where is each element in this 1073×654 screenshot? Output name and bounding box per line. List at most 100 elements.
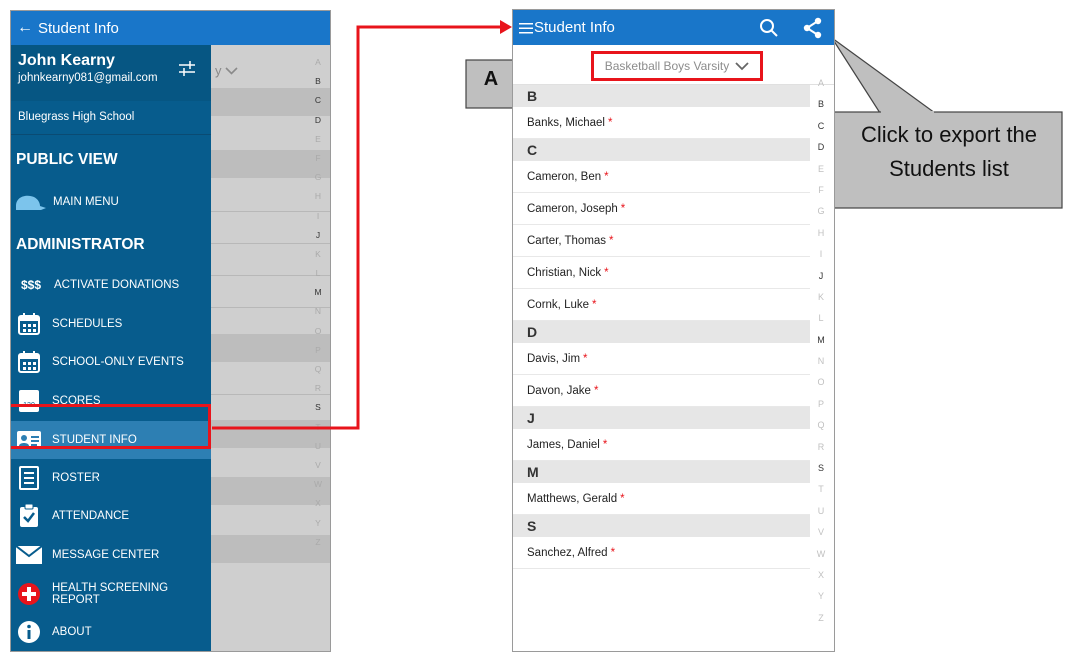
share-icon[interactable]	[803, 17, 823, 39]
alphabet-index-letter[interactable]: W	[813, 549, 829, 570]
alphabet-index-letter[interactable]: R	[311, 383, 325, 402]
alphabet-index-letter[interactable]: A	[813, 78, 829, 99]
alphabet-index-letter[interactable]: P	[311, 345, 325, 364]
student-row[interactable]: Matthews, Gerald *	[513, 483, 810, 515]
student-name: Davis, Jim	[527, 353, 581, 365]
student-row[interactable]: Sanchez, Alfred *	[513, 537, 810, 569]
menu-item-roster[interactable]: ROSTER	[11, 459, 211, 497]
alphabet-index-letter[interactable]: X	[311, 498, 325, 517]
school-name[interactable]: Bluegrass High School	[18, 111, 134, 123]
alphabet-index-letter[interactable]: T	[813, 484, 829, 505]
alphabet-index-letter[interactable]: U	[311, 441, 325, 460]
required-asterisk: *	[609, 235, 614, 247]
search-icon[interactable]	[759, 18, 779, 38]
alphabet-index-letter[interactable]: E	[813, 164, 829, 185]
student-name: James, Daniel	[527, 439, 600, 451]
student-name: Sanchez, Alfred	[527, 547, 608, 559]
envelope-icon	[16, 542, 42, 568]
student-row[interactable]: James, Daniel *	[513, 429, 810, 461]
alphabet-index-letter[interactable]: Q	[813, 420, 829, 441]
alphabet-index-letter[interactable]: D	[813, 142, 829, 163]
alphabet-index-letter[interactable]: M	[311, 287, 325, 306]
alphabet-index-letter[interactable]: A	[311, 57, 325, 76]
menu-item-message-center[interactable]: MESSAGE CENTER	[11, 536, 211, 574]
alphabet-index-letter[interactable]: Y	[813, 591, 829, 612]
alphabet-index-letter[interactable]: F	[813, 185, 829, 206]
alphabet-index-letter[interactable]: L	[813, 313, 829, 334]
alphabet-index-letter[interactable]: H	[813, 228, 829, 249]
alphabet-index-letter[interactable]: K	[311, 249, 325, 268]
alphabet-index-letter[interactable]: S	[311, 402, 325, 421]
menu-item-label: SCHEDULES	[52, 318, 123, 330]
alphabet-index-letter[interactable]: P	[813, 399, 829, 420]
alphabet-index-letter[interactable]: B	[311, 76, 325, 95]
section-header: B	[513, 85, 810, 107]
alphabet-index-letter[interactable]: O	[813, 377, 829, 398]
menu-item-health-screening-report[interactable]: HEALTH SCREENING REPORT	[11, 575, 211, 613]
student-name: Cameron, Ben	[527, 171, 602, 183]
alphabet-index-letter[interactable]: G	[813, 206, 829, 227]
alphabet-index-letter[interactable]: J	[813, 271, 829, 292]
alphabet-index-letter[interactable]: J	[311, 230, 325, 249]
menu-item-schedules[interactable]: SCHEDULES	[11, 305, 211, 343]
required-asterisk: *	[593, 385, 599, 397]
alphabet-index-letter[interactable]: N	[813, 356, 829, 377]
alphabet-index-letter[interactable]: N	[311, 306, 325, 325]
alphabet-index-letter[interactable]: C	[813, 121, 829, 142]
left-app-bar: ← Student Info	[11, 11, 330, 45]
dimmed-team-selector: y	[215, 63, 238, 78]
alphabet-index-letter[interactable]: L	[311, 268, 325, 287]
alphabet-index-letter[interactable]: Z	[311, 537, 325, 556]
alphabet-index-letter[interactable]: I	[813, 249, 829, 270]
alphabet-index-letter[interactable]: R	[813, 442, 829, 463]
student-row[interactable]: Davis, Jim *	[513, 343, 810, 375]
alphabet-index-letter[interactable]: Q	[311, 364, 325, 383]
left-alphabet-index[interactable]: ABCDEFGHIJKLMNOPQRSTUVWXYZ	[311, 57, 325, 556]
alphabet-index-letter[interactable]: V	[311, 460, 325, 479]
team-selector-value: Basketball Boys Varsity	[604, 59, 730, 73]
menu-item-main-menu[interactable]: MAIN MENU	[11, 183, 211, 221]
alphabet-index-letter[interactable]: U	[813, 506, 829, 527]
calendar-icon	[16, 349, 42, 375]
student-info-highlight-box	[11, 404, 211, 449]
alphabet-index-letter[interactable]: K	[813, 292, 829, 313]
alphabet-index-letter[interactable]: X	[813, 570, 829, 591]
alphabet-index-letter[interactable]: T	[311, 422, 325, 441]
alphabet-index-letter[interactable]: G	[311, 172, 325, 191]
alphabet-index-letter[interactable]: D	[311, 115, 325, 134]
student-row[interactable]: Christian, Nick *	[513, 257, 810, 289]
student-row[interactable]: Carter, Thomas *	[513, 225, 810, 257]
menu-item-activate-donations[interactable]: $$$ ACTIVATE DONATIONS	[11, 266, 211, 304]
team-selector-dropdown[interactable]: Basketball Boys Varsity	[591, 51, 763, 81]
hamburger-menu-icon[interactable]	[519, 22, 533, 34]
left-phone-screen: ← Student Info y ABCDEFGHIJKLMNOPQRSTUVW…	[10, 10, 331, 652]
student-row[interactable]: Cameron, Ben *	[513, 161, 810, 193]
student-row[interactable]: Cornk, Luke *	[513, 289, 810, 321]
right-alphabet-index[interactable]: ABCDEFGHIJKLMNOPQRSTUVWXYZ	[813, 78, 829, 634]
student-row[interactable]: Cameron, Joseph *	[513, 193, 810, 225]
alphabet-index-letter[interactable]: I	[311, 211, 325, 230]
alphabet-index-letter[interactable]: Z	[813, 613, 829, 634]
menu-item-attendance[interactable]: ATTENDANCE	[11, 497, 211, 535]
drawer-user-header: John Kearny johnkearny081@gmail.com	[11, 45, 211, 101]
alphabet-index-letter[interactable]: W	[311, 479, 325, 498]
menu-item-about[interactable]: ABOUT	[11, 613, 211, 651]
alphabet-index-letter[interactable]: V	[813, 527, 829, 548]
alphabet-index-letter[interactable]: H	[311, 191, 325, 210]
settings-sliders-icon[interactable]	[177, 59, 197, 79]
alphabet-index-letter[interactable]: Y	[311, 518, 325, 537]
student-name: Cameron, Joseph	[527, 203, 618, 215]
alphabet-index-letter[interactable]: C	[311, 95, 325, 114]
calendar-icon	[16, 311, 42, 337]
alphabet-index-letter[interactable]: B	[813, 99, 829, 120]
alphabet-index-letter[interactable]: O	[311, 326, 325, 345]
alphabet-index-letter[interactable]: M	[813, 335, 829, 356]
student-row[interactable]: Davon, Jake *	[513, 375, 810, 407]
alphabet-index-letter[interactable]: S	[813, 463, 829, 484]
menu-item-school-only-events[interactable]: SCHOOL-ONLY EVENTS	[11, 343, 211, 381]
alphabet-index-letter[interactable]: F	[311, 153, 325, 172]
menu-item-label: MAIN MENU	[53, 196, 119, 208]
student-row[interactable]: Banks, Michael *	[513, 107, 810, 139]
back-arrow-icon[interactable]: ←	[17, 19, 33, 37]
alphabet-index-letter[interactable]: E	[311, 134, 325, 153]
